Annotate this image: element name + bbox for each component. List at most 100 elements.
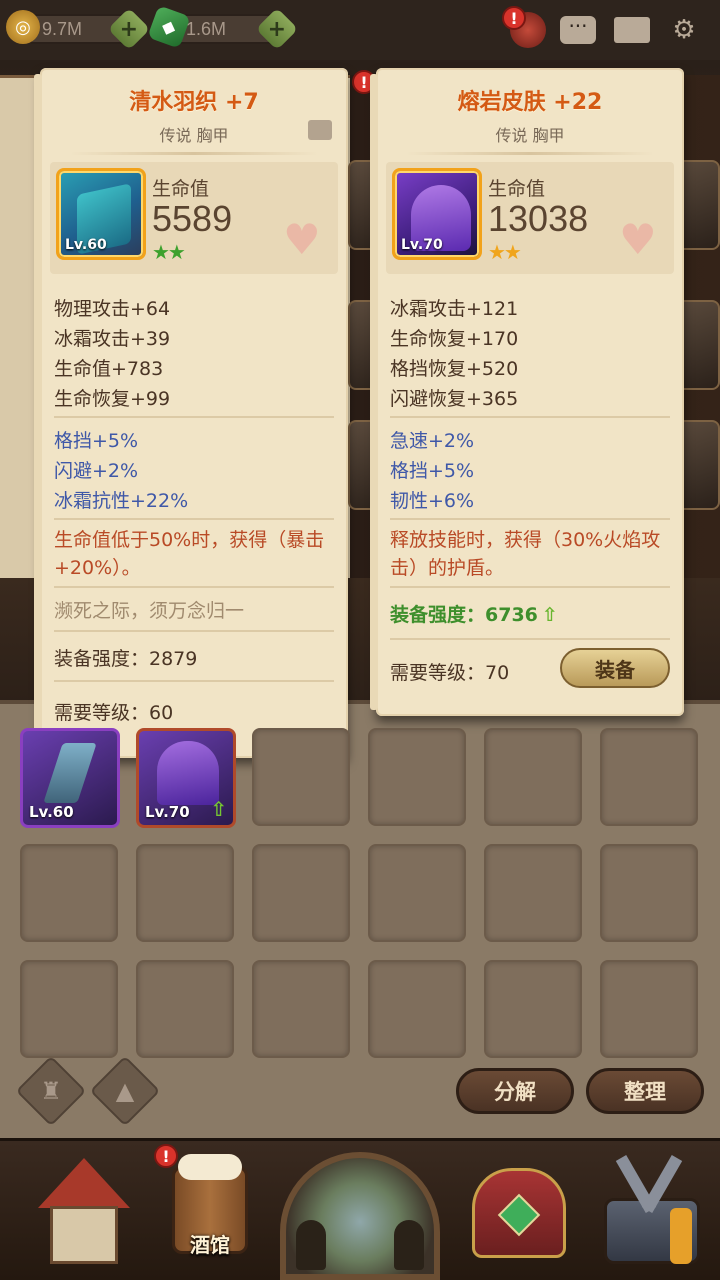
base-stat: 格挡恢复+520 — [390, 358, 519, 380]
item-level: Lv.70 — [401, 237, 443, 253]
item-level: Lv.70 — [145, 803, 190, 821]
nav-house[interactable] — [24, 1148, 144, 1268]
inventory-slot[interactable] — [600, 728, 698, 826]
hooded-figure-icon — [394, 1220, 424, 1270]
inventory-slot[interactable] — [20, 960, 118, 1058]
gem-value: 1.6M — [186, 19, 227, 39]
chest-armor-icon — [308, 120, 332, 140]
item-portrait: Lv.60 — [56, 168, 146, 260]
item-portrait: Lv.70 — [392, 168, 482, 260]
misc-filter-icon: ▲ — [115, 1077, 135, 1105]
base-stat: 冰霜攻击+39 — [54, 328, 171, 350]
alert-badge: ! — [502, 6, 526, 30]
main-stat-panel: Lv.70 生命值 13038 ★★ ♥ — [386, 162, 674, 274]
upgrade-arrow-icon: ⇧ — [210, 797, 227, 821]
special-effect: 释放技能时，获得（30%火焰攻击）的护盾。 — [390, 529, 661, 579]
star-rating: ★★ — [152, 240, 186, 264]
equipment-power: 装备强度：2879 — [54, 648, 198, 670]
inventory-slot[interactable] — [368, 844, 466, 942]
sub-stat: 韧性+6% — [390, 490, 475, 512]
item-level: Lv.60 — [65, 237, 107, 253]
star-rating: ★★ — [488, 240, 522, 264]
divider — [54, 416, 334, 418]
inventory-slot[interactable] — [484, 844, 582, 942]
base-stat: 闪避恢复+365 — [390, 388, 519, 410]
alert-badge: ! — [154, 1144, 178, 1168]
molten-metal-icon — [670, 1208, 692, 1264]
divider — [54, 586, 334, 588]
nav-tavern-label: 酒馆 — [190, 1233, 230, 1257]
beer-foam-icon — [178, 1154, 242, 1180]
gold-value: 9.7M — [42, 19, 83, 39]
settings-gear-icon[interactable]: ⚙ — [664, 10, 704, 50]
heart-icon: ♥ — [619, 215, 657, 264]
house-icon — [50, 1206, 118, 1264]
main-stat-value: 5589 — [152, 198, 233, 239]
sub-stat: 格挡+5% — [54, 430, 139, 452]
special-effect: 生命值低于50%时，获得（暴击+20%）。 — [54, 529, 325, 579]
mail-icon[interactable] — [612, 10, 652, 50]
nav-tavern[interactable]: ! 酒馆 — [150, 1144, 270, 1266]
inventory-item[interactable]: Lv.70 ⇧ — [136, 728, 236, 828]
base-stat: 冰霜攻击+121 — [390, 298, 519, 320]
sub-stat: 急速+2% — [390, 430, 475, 452]
inventory-slot[interactable] — [368, 960, 466, 1058]
inventory-slot[interactable] — [252, 960, 350, 1058]
item-card-left: 清水羽织 +7 传说 胸甲 Lv.60 生命值 5589 ★★ ♥ 物理攻击+6… — [34, 68, 348, 758]
required-level: 需要等级：70 — [390, 662, 510, 684]
resource-bar: ◎ 9.7M + ◆ 1.6M + ! ··· ⚙ — [0, 0, 720, 60]
inventory-slot[interactable] — [368, 728, 466, 826]
sort-button[interactable]: 整理 — [586, 1068, 704, 1114]
inventory-slot[interactable] — [252, 844, 350, 942]
hooded-figure-icon — [296, 1220, 326, 1270]
inventory-slot[interactable] — [600, 960, 698, 1058]
divider — [54, 518, 334, 520]
nav-forge[interactable] — [590, 1148, 710, 1268]
gold-coin-icon: ◎ — [6, 10, 40, 44]
sub-stat: 冰霜抗性+22% — [54, 490, 189, 512]
heart-icon: ♥ — [283, 215, 321, 264]
item-rarity-slot: 传说 胸甲 — [495, 126, 565, 145]
item-rarity-slot: 传说 胸甲 — [159, 126, 229, 145]
item-level: Lv.60 — [29, 803, 74, 821]
inventory-slot[interactable] — [484, 728, 582, 826]
main-stat-value: 13038 — [488, 198, 589, 239]
divider — [54, 630, 334, 632]
inventory-slot[interactable] — [20, 844, 118, 942]
house-roof-icon — [38, 1158, 130, 1208]
upgrade-arrow-icon: ⇧ — [541, 604, 558, 626]
inventory-slot[interactable] — [136, 844, 234, 942]
armor-filter-icon: ♜ — [40, 1077, 62, 1105]
inventory-slot[interactable] — [600, 844, 698, 942]
divider — [70, 152, 318, 155]
sub-stat: 闪避+2% — [54, 460, 139, 482]
divider — [390, 416, 670, 418]
main-stat-panel: Lv.60 生命值 5589 ★★ ♥ — [50, 162, 338, 274]
required-level: 需要等级：60 — [54, 702, 174, 724]
decompose-button[interactable]: 分解 — [456, 1068, 574, 1114]
equip-button[interactable]: 装备 — [560, 648, 670, 688]
flavor-text: 濒死之际，须万念归一 — [54, 600, 245, 622]
divider — [406, 152, 654, 155]
equipment-power: 装备强度：6736 ⇧ — [390, 604, 558, 626]
base-stat: 生命值+783 — [54, 358, 164, 380]
base-stat: 生命恢复+99 — [54, 388, 171, 410]
inventory-slot[interactable] — [252, 728, 350, 826]
inventory-slot[interactable] — [484, 960, 582, 1058]
nav-chest[interactable] — [458, 1148, 578, 1268]
main-stat-name: 生命值 — [488, 178, 546, 200]
main-stat-name: 生命值 — [152, 178, 210, 200]
divider — [390, 518, 670, 520]
chat-icon[interactable]: ··· — [558, 10, 598, 50]
divider — [390, 586, 670, 588]
sub-stat: 格挡+5% — [390, 460, 475, 482]
divider — [54, 680, 334, 682]
item-title: 清水羽织 +7 — [129, 90, 259, 115]
base-stat: 物理攻击+64 — [54, 298, 171, 320]
item-title: 熔岩皮肤 +22 — [457, 90, 603, 115]
inventory-slot[interactable] — [136, 960, 234, 1058]
divider — [390, 638, 670, 640]
base-stat: 生命恢复+170 — [390, 328, 519, 350]
inventory-item[interactable]: Lv.60 — [20, 728, 120, 828]
item-card-right: 熔岩皮肤 +22 传说 胸甲 Lv.70 生命值 13038 ★★ ♥ 冰霜攻击… — [370, 68, 684, 716]
